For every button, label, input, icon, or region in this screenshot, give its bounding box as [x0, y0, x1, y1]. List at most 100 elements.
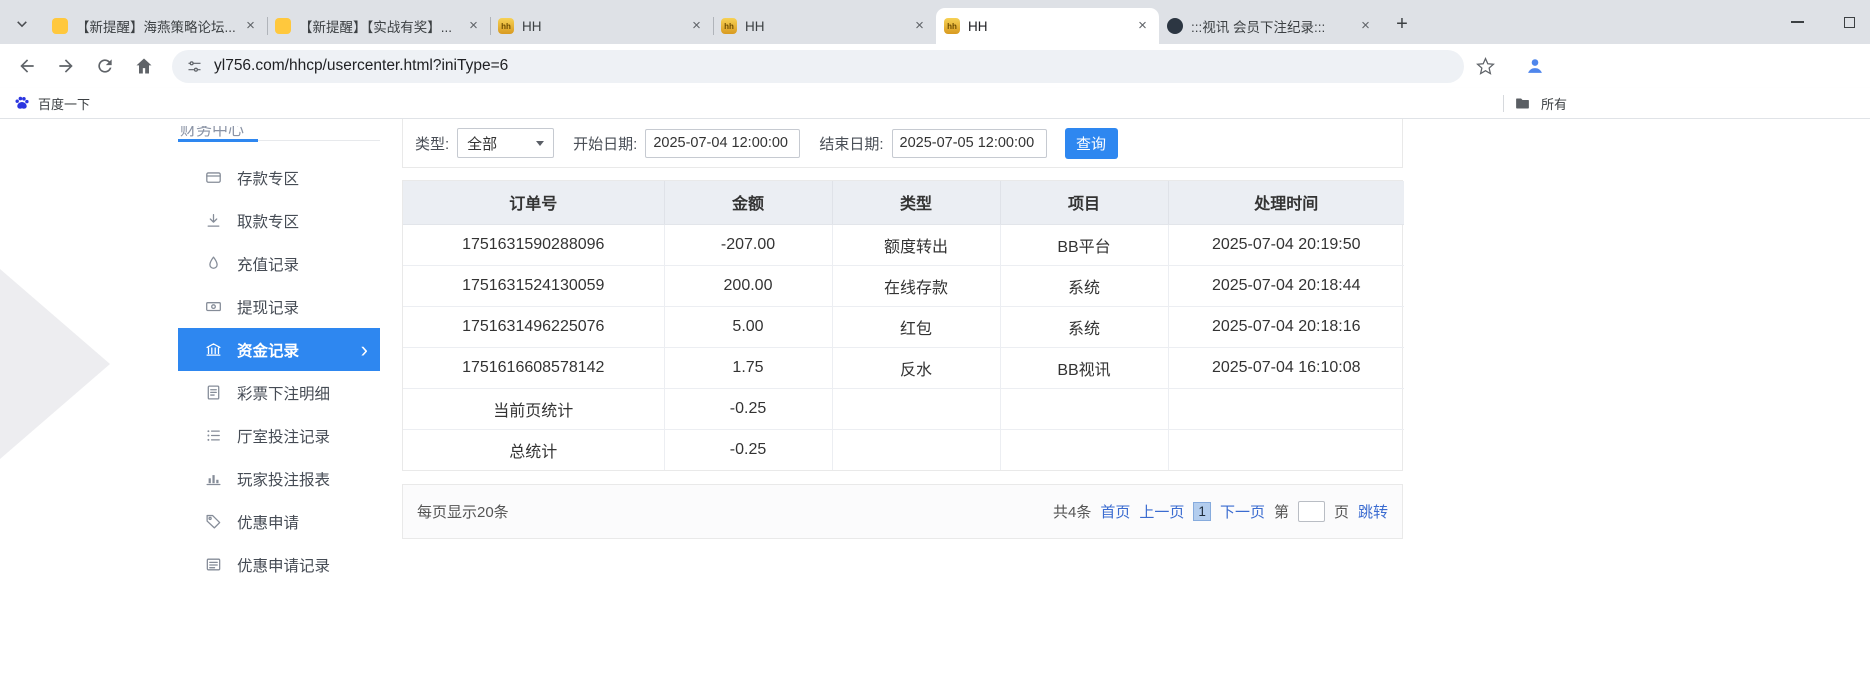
tab-search-chevron-icon[interactable]: [12, 14, 32, 34]
table-header-row: 订单号金额类型项目处理时间: [403, 181, 1404, 224]
sidebar-item-label: 优惠申请记录: [237, 554, 330, 576]
pagination-bar: 每页显示20条 共4条 首页 上一页 1 下一页 第 页 跳转: [402, 484, 1403, 539]
sidebar-item-label: 提现记录: [237, 296, 299, 318]
bookmark-item-baidu[interactable]: 百度一下: [14, 94, 90, 113]
table-cell: 200.00: [664, 265, 832, 306]
prev-page-link[interactable]: 上一页: [1139, 501, 1184, 522]
tab-list: 【新提醒】海燕策略论坛...×【新提醒】【实战有奖】...×hhHH×hhHH×…: [44, 8, 1382, 44]
sidebar-section-header: 财务中心: [178, 119, 380, 141]
page-content: 财务中心 存款专区取款专区充值记录提现记录资金记录›彩票下注明细厅室投注记录玩家…: [0, 119, 1870, 681]
browser-tab[interactable]: 【新提醒】【实战有奖】... ×: [267, 8, 490, 44]
sidebar-item-list[interactable]: 厅室投注记录: [178, 414, 380, 457]
table-cell: BB平台: [1000, 224, 1168, 265]
table-row: 1751631524130059200.00在线存款系统2025-07-04 2…: [403, 265, 1404, 306]
browser-tab[interactable]: 【新提醒】海燕策略论坛...×: [44, 8, 267, 44]
sidebar-item-doc-list[interactable]: 彩票下注明细: [178, 371, 380, 414]
list-icon: [205, 427, 222, 444]
tab-close-icon[interactable]: ×: [1357, 18, 1374, 35]
table-cell: 系统: [1000, 306, 1168, 347]
tab-title: 【新提醒】【实战有奖】...: [299, 16, 458, 36]
tab-close-icon[interactable]: ×: [911, 18, 928, 35]
type-label: 类型:: [415, 133, 449, 154]
sidebar-item-cash[interactable]: 提现记录: [178, 285, 380, 328]
type-select-value: 全部: [467, 133, 497, 154]
table-cell: 2025-07-04 20:18:16: [1168, 306, 1404, 347]
browser-tab[interactable]: hhHH×: [490, 8, 713, 44]
sidebar-item-funds[interactable]: 资金记录›: [178, 328, 380, 371]
table-cell: 总统计: [403, 429, 664, 470]
hh-favicon-icon: hh: [944, 18, 960, 34]
browser-tab[interactable]: :::视讯 会员下注纪录:::×: [1159, 8, 1382, 44]
table-body: 1751631590288096-207.00额度转出BB平台2025-07-0…: [403, 224, 1404, 470]
jump-label-post: 页: [1334, 501, 1349, 522]
tab-close-icon[interactable]: ×: [688, 18, 705, 35]
chevron-down-icon: [536, 141, 544, 146]
table-cell: 在线存款: [832, 265, 1000, 306]
end-date-input[interactable]: [892, 129, 1047, 158]
maximize-button[interactable]: [1838, 11, 1860, 33]
url-text: yl756.com/hhcp/usercenter.html?iniType=6: [214, 57, 508, 75]
pagination-controls: 共4条 首页 上一页 1 下一页 第 页 跳转: [1053, 501, 1388, 522]
table-row: 当前页统计-0.25: [403, 388, 1404, 429]
refresh-button[interactable]: [88, 49, 122, 83]
sidebar-item-chart[interactable]: 玩家投注报表: [178, 457, 380, 500]
table-cell: 2025-07-04 20:18:44: [1168, 265, 1404, 306]
table-row: 总统计-0.25: [403, 429, 1404, 470]
sidebar-item-bank-card[interactable]: 存款专区: [178, 156, 380, 199]
type-select[interactable]: 全部: [457, 128, 554, 158]
sidebar-item-promo[interactable]: 优惠申请: [178, 500, 380, 543]
table-cell: 5.00: [664, 306, 832, 347]
table-cell: 系统: [1000, 265, 1168, 306]
current-page-indicator[interactable]: 1: [1193, 502, 1211, 521]
address-bar[interactable]: yl756.com/hhcp/usercenter.html?iniType=6: [172, 50, 1464, 83]
sidebar-item-label: 存款专区: [237, 167, 299, 189]
filter-panel: 类型: 全部 开始日期: 结束日期: 查询: [402, 119, 1403, 168]
bookmarks-bar: 百度一下 所有: [0, 88, 1870, 119]
tab-close-icon[interactable]: ×: [465, 18, 482, 35]
table-cell: -207.00: [664, 224, 832, 265]
table-cell: -0.25: [664, 429, 832, 470]
total-count-text: 共4条: [1053, 501, 1091, 522]
sidebar-menu: 存款专区取款专区充值记录提现记录资金记录›彩票下注明细厅室投注记录玩家投注报表优…: [178, 156, 380, 586]
table-cell: 1751631590288096: [403, 224, 664, 265]
sidebar-item-withdraw[interactable]: 取款专区: [178, 199, 380, 242]
new-tab-button[interactable]: +: [1388, 10, 1416, 38]
sidebar-section-title-clipped: 财务中心: [180, 126, 270, 137]
sidebar-item-label: 取款专区: [237, 210, 299, 232]
jump-button[interactable]: 跳转: [1358, 501, 1388, 522]
start-date-input[interactable]: [645, 129, 800, 158]
browser-tab-strip: 【新提醒】海燕策略论坛...×【新提醒】【实战有奖】...×hhHH×hhHH×…: [0, 0, 1870, 44]
table-cell: 1751631524130059: [403, 265, 664, 306]
forward-button[interactable]: [49, 49, 83, 83]
sidebar-item-recharge[interactable]: 充值记录: [178, 242, 380, 285]
tab-close-icon[interactable]: ×: [1134, 18, 1151, 35]
site-info-icon[interactable]: [186, 58, 203, 75]
records-table-panel: 订单号金额类型项目处理时间 1751631590288096-207.00额度转…: [402, 180, 1403, 471]
end-date-label: 结束日期:: [819, 133, 883, 154]
bookmark-star-icon[interactable]: [1476, 57, 1495, 76]
profile-avatar-icon[interactable]: [1522, 53, 1548, 79]
home-button[interactable]: [127, 49, 161, 83]
browser-tab[interactable]: hhHH×: [713, 8, 936, 44]
video-favicon-icon: [1167, 18, 1183, 34]
all-bookmarks-group[interactable]: 所有: [1503, 88, 1567, 118]
active-tab-underline: [178, 139, 258, 142]
table-row: 17516166085781421.75反水BB视讯2025-07-04 16:…: [403, 347, 1404, 388]
hh-favicon-icon: hh: [498, 18, 514, 34]
table-cell: 1751631496225076: [403, 306, 664, 347]
sidebar-item-label: 玩家投注报表: [237, 468, 330, 490]
per-page-text: 每页显示20条: [417, 501, 509, 522]
back-button[interactable]: [10, 49, 44, 83]
next-page-link[interactable]: 下一页: [1220, 501, 1265, 522]
browser-tab[interactable]: hhHH×: [936, 8, 1159, 44]
search-button[interactable]: 查询: [1065, 128, 1118, 159]
tab-close-icon[interactable]: ×: [242, 18, 259, 35]
bank-card-icon: [205, 169, 222, 186]
all-bookmarks-label: 所有: [1541, 94, 1567, 113]
jump-label-pre: 第: [1274, 501, 1289, 522]
sidebar-item-promo-list[interactable]: 优惠申请记录: [178, 543, 380, 586]
first-page-link[interactable]: 首页: [1100, 501, 1130, 522]
jump-page-input[interactable]: [1298, 501, 1325, 522]
minimize-button[interactable]: [1786, 11, 1808, 33]
cash-icon: [205, 298, 222, 315]
